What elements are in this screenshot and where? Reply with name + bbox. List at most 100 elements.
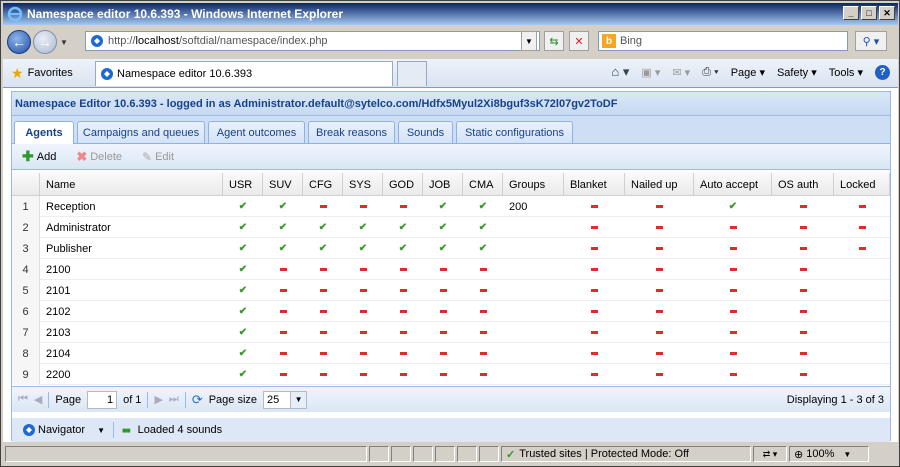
add-icon: ✚ bbox=[22, 148, 34, 164]
cell-suv: ✔ bbox=[263, 217, 303, 238]
edit-button[interactable]: ✎ Edit bbox=[142, 150, 174, 164]
table-row[interactable]: 3 Publisher ✔ ✔ ✔ ✔ ✔ ✔ ✔ bbox=[12, 238, 890, 259]
cell-auto-accept bbox=[694, 301, 772, 322]
page-number-input[interactable] bbox=[87, 390, 118, 409]
last-page-icon[interactable]: ⏭ bbox=[169, 393, 179, 406]
table-row[interactable]: 6 2102 ✔ bbox=[12, 301, 890, 322]
cross-icon bbox=[729, 352, 737, 355]
cell-suv bbox=[263, 364, 303, 385]
tab-sounds[interactable]: Sounds bbox=[398, 121, 453, 143]
minimize-button[interactable]: _ bbox=[843, 6, 859, 20]
address-dropdown-button[interactable]: ▼ bbox=[521, 31, 537, 51]
table-row[interactable]: 4 2100 ✔ bbox=[12, 259, 890, 280]
column-header-usr[interactable]: USR bbox=[223, 173, 263, 196]
safety-menu[interactable]: Safety ▾ bbox=[777, 66, 817, 79]
row-number: 6 bbox=[12, 301, 40, 322]
cell-groups bbox=[503, 343, 564, 364]
cell-name: Publisher bbox=[46, 242, 92, 255]
browser-tab-title: Namespace editor 10.6.393 bbox=[117, 68, 253, 80]
new-tab-button[interactable] bbox=[397, 61, 427, 86]
table-row[interactable]: 5 2101 ✔ bbox=[12, 280, 890, 301]
cross-icon bbox=[359, 268, 367, 271]
column-header-groups[interactable]: Groups bbox=[503, 173, 564, 196]
cell-auto-accept bbox=[694, 280, 772, 301]
cross-icon bbox=[359, 352, 367, 355]
page-size-select[interactable]: 25 ▼ bbox=[263, 390, 308, 409]
column-header-blanket[interactable]: Blanket bbox=[564, 173, 625, 196]
maximize-button[interactable]: □ bbox=[861, 6, 877, 20]
cross-icon bbox=[319, 268, 327, 271]
tab-break-reasons[interactable]: Break reasons bbox=[308, 121, 395, 143]
back-button[interactable]: ← bbox=[7, 30, 31, 54]
check-icon: ✔ bbox=[478, 222, 488, 233]
next-page-icon[interactable]: ▶ bbox=[154, 393, 162, 406]
column-header-nailed-up[interactable]: Nailed up bbox=[625, 173, 694, 196]
cell-name: Administrator bbox=[46, 221, 111, 234]
tab-static-configurations[interactable]: Static configurations bbox=[456, 121, 573, 143]
table-row[interactable]: 1 Reception ✔ ✔ ✔ ✔ 200 ✔ bbox=[12, 196, 890, 217]
favorites-button[interactable]: ★ Favorites bbox=[11, 65, 73, 82]
forward-button[interactable]: → bbox=[33, 30, 57, 54]
address-bar[interactable]: http://localhost/softdial/namespace/inde… bbox=[85, 31, 540, 51]
tab-campaigns-and-queues[interactable]: Campaigns and queues bbox=[77, 121, 205, 143]
column-header-auto-accept[interactable]: Auto accept bbox=[694, 173, 772, 196]
column-header-suv[interactable]: SUV bbox=[263, 173, 303, 196]
add-button[interactable]: ✚ Add bbox=[22, 148, 56, 165]
grid-toolbar: ✚ Add ✖ Delete ✎ Edit bbox=[12, 144, 890, 170]
cell-god bbox=[383, 322, 423, 343]
stop-icon[interactable]: ✕ bbox=[569, 31, 589, 51]
cell-cfg bbox=[303, 343, 343, 364]
mail-icon[interactable]: ✉ ▾ bbox=[672, 66, 690, 79]
column-header-locked[interactable]: Locked bbox=[834, 173, 890, 196]
refresh-icon[interactable]: ⇆ bbox=[544, 31, 564, 51]
column-header-os-auth[interactable]: OS auth bbox=[772, 173, 834, 196]
search-icon[interactable]: ⚲ ▾ bbox=[855, 31, 887, 51]
favorites-bar: ★ Favorites Namespace editor 10.6.393 ⌂ … bbox=[3, 59, 898, 87]
cross-icon bbox=[319, 352, 327, 355]
help-icon[interactable]: ? bbox=[875, 64, 890, 80]
feeds-icon[interactable]: ▣ ▾ bbox=[641, 66, 660, 79]
tools-menu[interactable]: Tools ▾ bbox=[829, 66, 863, 79]
column-header-job[interactable]: JOB bbox=[423, 173, 463, 196]
column-header-god[interactable]: GOD bbox=[383, 173, 423, 196]
search-field[interactable]: b Bing bbox=[598, 31, 848, 51]
column-header-cfg[interactable]: CFG bbox=[303, 173, 343, 196]
tab-agents[interactable]: Agents bbox=[14, 121, 74, 144]
navigator-button[interactable]: Navigator ▼ bbox=[22, 423, 105, 437]
first-page-icon[interactable]: ⏮ bbox=[18, 393, 28, 406]
status-text: Loaded 4 sounds bbox=[137, 424, 223, 436]
refresh-grid-icon[interactable]: ⟳ bbox=[192, 392, 203, 408]
check-icon: ✔ bbox=[278, 201, 288, 212]
close-window-button[interactable]: ✕ bbox=[879, 6, 895, 20]
column-header-cma[interactable]: CMA bbox=[463, 173, 503, 196]
cross-icon bbox=[656, 247, 663, 250]
popup-blocker[interactable]: ⇄ ▾ bbox=[753, 446, 787, 462]
column-header-name[interactable]: Name bbox=[40, 173, 223, 196]
table-row[interactable]: 2 Administrator ✔ ✔ ✔ ✔ ✔ ✔ ✔ bbox=[12, 217, 890, 238]
delete-button[interactable]: ✖ Delete bbox=[76, 149, 122, 165]
table-row[interactable]: 7 2103 ✔ bbox=[12, 322, 890, 343]
security-zone[interactable]: ✓ Trusted sites | Protected Mode: Off bbox=[501, 446, 751, 462]
column-header-sys[interactable]: SYS bbox=[343, 173, 383, 196]
tab-agent-outcomes[interactable]: Agent outcomes bbox=[208, 121, 305, 143]
cell-os-auth bbox=[772, 196, 834, 217]
address-row: ← → ▼ http://localhost/softdial/namespac… bbox=[3, 27, 898, 57]
page-content: Namespace Editor 10.6.393 - logged in as… bbox=[3, 87, 898, 442]
cell-god: ✔ bbox=[383, 238, 423, 259]
cross-icon bbox=[591, 310, 598, 313]
table-row[interactable]: 8 2104 ✔ bbox=[12, 343, 890, 364]
check-icon: ✔ bbox=[398, 243, 408, 254]
table-row[interactable]: 9 2200 ✔ bbox=[12, 364, 890, 385]
zoom-control[interactable]: ⊕ 100% ▼ bbox=[789, 446, 869, 462]
row-number: 1 bbox=[12, 196, 40, 217]
check-icon: ✔ bbox=[238, 285, 248, 296]
cross-icon bbox=[591, 352, 598, 355]
page-count: of 1 bbox=[123, 393, 142, 406]
browser-tab-active[interactable]: Namespace editor 10.6.393 bbox=[95, 61, 393, 86]
print-icon[interactable]: ⎙ ▾ bbox=[702, 66, 718, 79]
prev-page-icon[interactable]: ◀ bbox=[34, 393, 42, 406]
page-menu[interactable]: Page ▾ bbox=[731, 66, 765, 79]
home-icon[interactable]: ⌂ ▾ bbox=[611, 64, 629, 80]
cell-job: ✔ bbox=[423, 238, 463, 259]
history-dropdown-icon[interactable]: ▼ bbox=[60, 38, 68, 47]
